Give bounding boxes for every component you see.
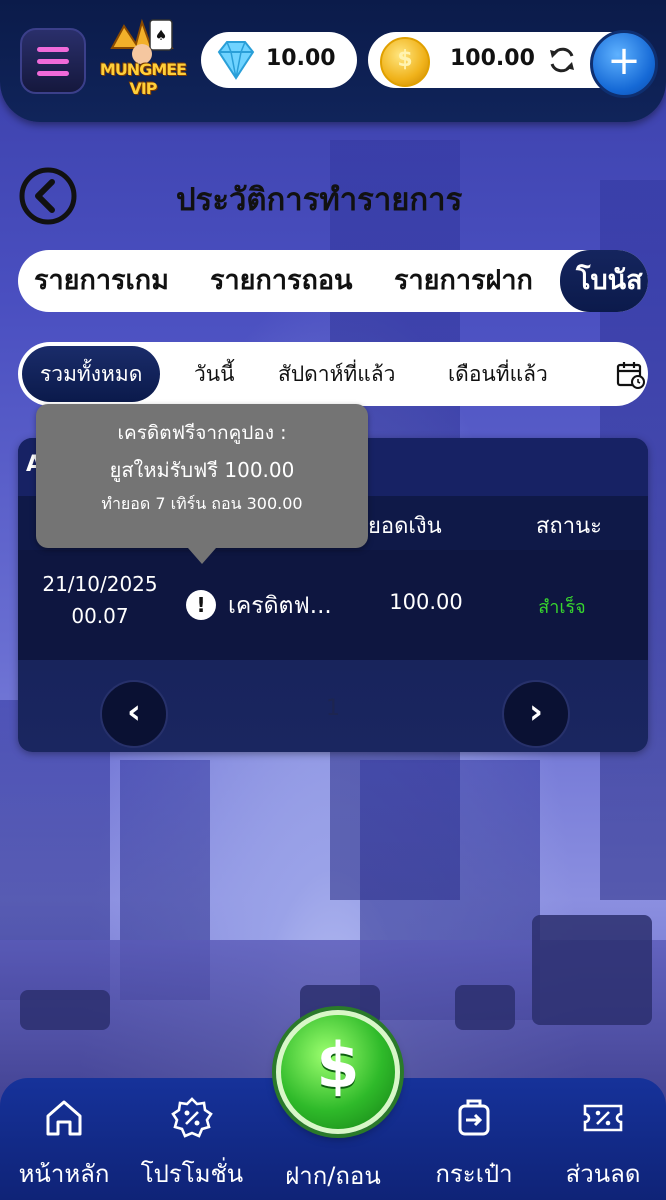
- column-amount: ยอดเงิน: [368, 514, 442, 539]
- nav-discount[interactable]: ส่วนลด: [544, 1078, 662, 1200]
- discount-icon: [583, 1104, 623, 1132]
- row-date: 21/10/2025: [42, 572, 158, 596]
- deposit-withdraw-button[interactable]: $: [276, 1010, 400, 1134]
- page-number: 1: [326, 696, 340, 721]
- previous-page-button[interactable]: ‹: [100, 680, 168, 748]
- bonus-detail-tooltip: เครดิตฟรีจากคูปอง : ยูสใหม่รับฟรี 100.00…: [36, 404, 368, 564]
- tab-bonus-history[interactable]: โบนัส: [560, 250, 648, 312]
- background-car: [455, 985, 515, 1030]
- back-button[interactable]: [18, 166, 78, 226]
- diamond-balance: 10.00: [266, 46, 336, 71]
- tooltip-condition: ทำยอด 7 เทิร์น ถอน 300.00: [101, 494, 303, 513]
- background-truck: [532, 915, 652, 1025]
- nav-wallet-label: กระเป๋า: [435, 1160, 513, 1188]
- filter-today[interactable]: วันนี้: [194, 342, 235, 406]
- coin-balance: 100.00: [450, 46, 535, 71]
- logo-text: MUNGMEE VIP: [99, 60, 187, 98]
- menu-button[interactable]: [20, 28, 86, 94]
- tab-withdraw-history[interactable]: รายการถอน: [210, 250, 353, 312]
- tooltip-title: เครดิตฟรีจากคูปอง :: [117, 422, 287, 444]
- next-page-button[interactable]: ›: [502, 680, 570, 748]
- tab-deposit-history[interactable]: รายการฝาก: [394, 250, 533, 312]
- filter-all[interactable]: รวมทั้งหมด: [22, 346, 161, 402]
- add-funds-button[interactable]: +: [590, 30, 658, 98]
- page-title: ประวัติการทำรายการ: [176, 182, 463, 218]
- date-filter-tabs: รวมทั้งหมด วันนี้ สัปดาห์ที่แล้ว เดือนที…: [18, 342, 648, 406]
- refresh-icon[interactable]: [546, 44, 578, 76]
- coin-icon: $: [380, 37, 430, 87]
- nav-discount-label: ส่วนลด: [565, 1160, 641, 1188]
- row-status: สำเร็จ: [538, 597, 586, 618]
- row-datetime: 21/10/2025 00.07: [26, 568, 174, 632]
- calendar-icon[interactable]: [616, 360, 646, 390]
- filter-last-week[interactable]: สัปดาห์ที่แล้ว: [278, 342, 395, 406]
- svg-text:♠: ♠: [155, 28, 168, 44]
- nav-home-label: หน้าหลัก: [18, 1160, 110, 1188]
- category-tabs: รายการเกม รายการถอน รายการฝาก โบนัส: [18, 250, 648, 312]
- nav-home[interactable]: หน้าหลัก: [4, 1078, 124, 1200]
- nav-promotion-label: โปรโมชั่น: [140, 1160, 244, 1188]
- diamond-icon: [217, 41, 255, 80]
- nav-deposit-withdraw-label: ฝาก/ถอน: [285, 1162, 381, 1190]
- nav-promotion[interactable]: โปรโมชั่น: [132, 1078, 252, 1200]
- row-amount: 100.00: [389, 590, 463, 614]
- tab-game-history[interactable]: รายการเกม: [34, 250, 169, 312]
- nav-wallet[interactable]: กระเป๋า: [414, 1078, 534, 1200]
- tooltip-detail: ยูสใหม่รับฟรี 100.00: [109, 458, 295, 482]
- column-status: สถานะ: [536, 514, 602, 539]
- table-row[interactable]: 21/10/2025 00.07 ! เครดิตฟ... 100.00 สำเ…: [18, 550, 648, 660]
- top-bar: ♠ MUNGMEE VIP 10.00 $ 100.00 +: [0, 0, 666, 122]
- row-description: เครดิตฟ...: [228, 593, 332, 619]
- diamond-balance-pill[interactable]: 10.00: [201, 32, 357, 88]
- background-car: [20, 990, 110, 1030]
- home-icon: [46, 1100, 82, 1136]
- filter-last-month[interactable]: เดือนที่แล้ว: [448, 342, 548, 406]
- wallet-icon: [458, 1099, 490, 1136]
- dollar-icon: $: [316, 1029, 360, 1102]
- row-time: 00.07: [71, 604, 129, 628]
- promotion-icon: [171, 1097, 213, 1138]
- info-icon[interactable]: !: [186, 590, 216, 620]
